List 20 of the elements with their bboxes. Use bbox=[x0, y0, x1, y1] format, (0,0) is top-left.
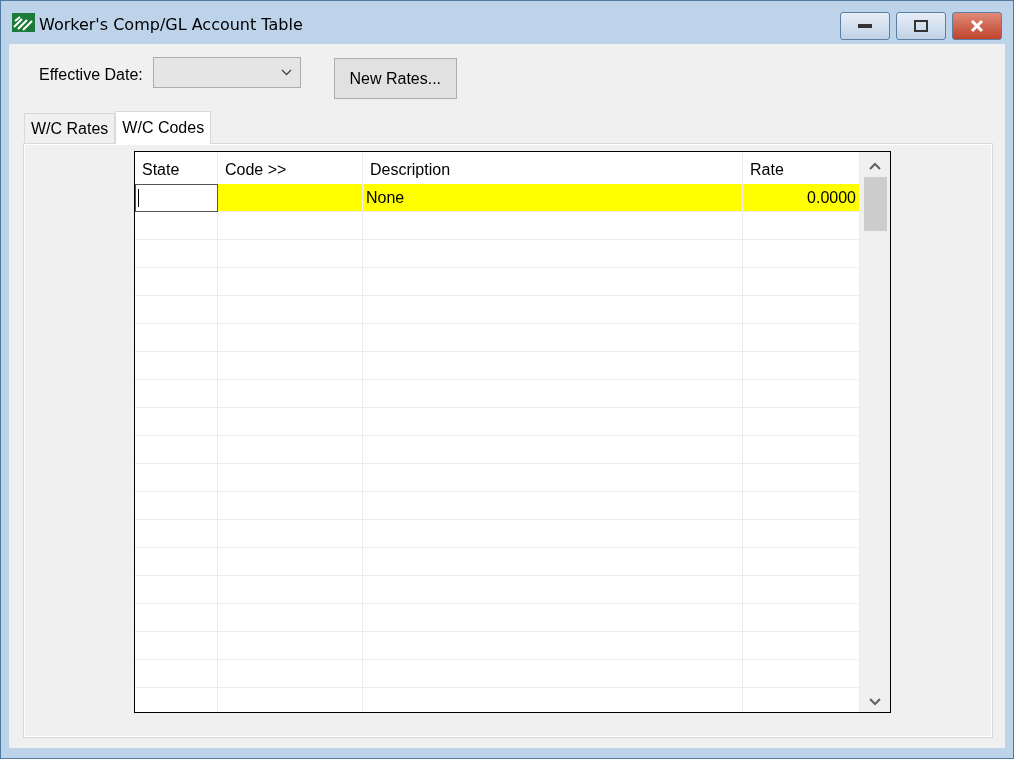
tab[interactable]: W/C Codes bbox=[115, 111, 212, 144]
vertical-scrollbar[interactable] bbox=[860, 152, 890, 712]
tab[interactable]: W/C Rates bbox=[24, 113, 116, 143]
maximize-icon bbox=[914, 20, 928, 32]
table-row[interactable]: None 0.0000 bbox=[135, 184, 860, 212]
app-logo-icon bbox=[12, 13, 35, 32]
scrollbar-thumb[interactable] bbox=[863, 177, 887, 231]
scroll-down-icon[interactable] bbox=[869, 698, 881, 706]
maximize-button[interactable] bbox=[896, 12, 946, 40]
chevron-down-icon bbox=[280, 69, 292, 76]
window-title: Worker's Comp/GL Account Table bbox=[39, 14, 304, 34]
table-cell: None bbox=[363, 184, 743, 212]
close-icon bbox=[970, 19, 984, 33]
minimize-button[interactable] bbox=[840, 12, 890, 40]
new-rates-button[interactable]: New Rates... bbox=[333, 58, 457, 99]
close-button[interactable] bbox=[952, 12, 1002, 40]
effective-date-label: Effective Date: bbox=[39, 66, 143, 84]
edit-cell[interactable] bbox=[135, 184, 218, 212]
scroll-up-icon[interactable] bbox=[869, 162, 881, 170]
minimize-icon bbox=[858, 24, 872, 28]
